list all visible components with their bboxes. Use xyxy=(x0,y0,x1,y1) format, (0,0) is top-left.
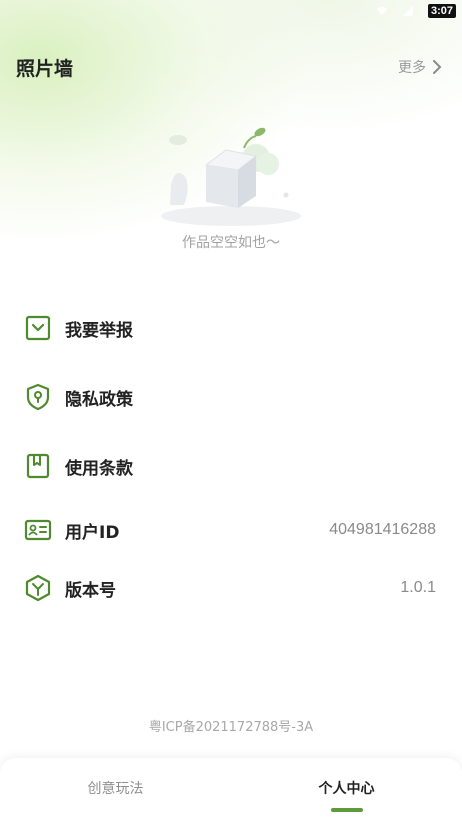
status-time: 3:07 xyxy=(427,4,456,18)
version-value: 1.0.1 xyxy=(400,579,436,596)
tab-profile[interactable]: 个人中心 xyxy=(231,758,462,818)
empty-state: 作品空空如也～ xyxy=(0,120,462,252)
signal-icon xyxy=(402,6,413,16)
tab-label: 创意玩法 xyxy=(87,781,144,797)
icp-license[interactable]: 粤ICP备2021172788号-3A xyxy=(0,716,462,735)
wifi-icon xyxy=(376,6,388,15)
menu-item-user-id[interactable]: 用户ID 404981416288 xyxy=(24,510,436,550)
menu-item-label: 版本号 xyxy=(65,580,116,601)
book-icon xyxy=(26,453,50,479)
active-tab-indicator xyxy=(330,808,363,812)
header: 照片墙 更多 xyxy=(16,52,442,82)
menu-item-label: 使用条款 xyxy=(65,458,133,479)
version-icon xyxy=(25,574,51,602)
page-title: 照片墙 xyxy=(16,57,74,80)
menu-item-label: 隐私政策 xyxy=(65,389,133,410)
shield-icon xyxy=(26,383,50,411)
empty-state-text: 作品空空如也～ xyxy=(182,235,280,251)
status-bar: 3:07 xyxy=(376,0,462,22)
more-link[interactable]: 更多 xyxy=(398,57,442,77)
chevron-right-icon xyxy=(433,60,442,74)
bottom-tab-bar: 创意玩法 个人中心 xyxy=(0,758,462,823)
report-icon xyxy=(25,315,51,341)
empty-box-illustration xyxy=(161,127,301,226)
tab-label: 个人中心 xyxy=(318,781,375,797)
id-card-icon xyxy=(24,519,52,541)
menu-item-privacy[interactable]: 隐私政策 xyxy=(24,377,436,417)
menu-item-version[interactable]: 版本号 1.0.1 xyxy=(24,568,436,608)
menu-item-report[interactable]: 我要举报 xyxy=(24,308,436,348)
menu-item-terms[interactable]: 使用条款 xyxy=(24,446,436,486)
menu-item-label: 我要举报 xyxy=(65,320,133,341)
tab-creative[interactable]: 创意玩法 xyxy=(0,758,231,818)
user-id-value: 404981416288 xyxy=(329,521,436,538)
menu-item-label: 用户ID xyxy=(65,522,120,543)
more-label: 更多 xyxy=(398,60,426,76)
